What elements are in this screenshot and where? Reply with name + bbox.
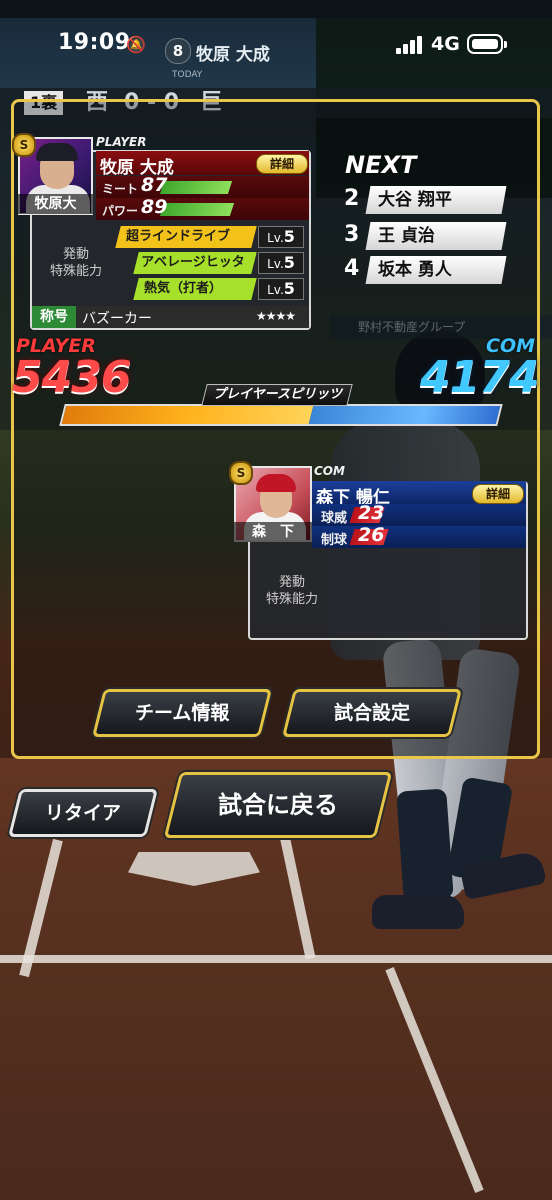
next-order-4: 4 — [344, 256, 360, 281]
com-ability-label: 発動 特殊能力 — [265, 575, 318, 607]
com-spirits-score: 4174 — [420, 352, 539, 403]
com-short-name: 森 下 — [234, 522, 312, 542]
meet-value: 87 — [141, 174, 168, 196]
return-to-match-button[interactable]: 試合に戻る — [163, 772, 393, 838]
player-ability-label: 発動 特殊能力 — [49, 247, 102, 279]
ability-1[interactable]: 超ラインドライブ — [115, 226, 257, 248]
velocity-value: 23 — [358, 502, 385, 524]
team-info-button[interactable]: チーム情報 — [92, 689, 272, 737]
match-settings-button[interactable]: 試合設定 — [282, 689, 462, 737]
bell-muted-icon: 🔕 — [126, 35, 146, 54]
velocity-label: 球威 — [321, 511, 348, 526]
ability-1-level: Lv.5 — [258, 226, 304, 248]
power-label: パワー — [102, 204, 139, 218]
status-bar: 19:09 🔕 4G — [0, 0, 552, 92]
meet-bar — [159, 181, 233, 194]
com-detail-button[interactable]: 詳細 — [472, 484, 524, 504]
control-value: 26 — [358, 524, 385, 546]
ability-2-level: Lv.5 — [258, 252, 304, 274]
batter-shoe — [372, 895, 464, 929]
player-section-label: PLAYER — [96, 135, 147, 149]
ability-2[interactable]: アベレージヒッター — [133, 252, 257, 292]
next-order-2: 2 — [344, 186, 360, 211]
retire-button[interactable]: リタイア — [8, 789, 158, 837]
com-rank-badge: S — [229, 461, 253, 485]
meet-label: ミート — [102, 182, 139, 196]
chalk-line-horizontal — [0, 955, 552, 963]
power-value: 89 — [141, 196, 168, 218]
player-short-name: 牧原大 — [18, 194, 93, 214]
title-stars: ★★★★ — [256, 309, 296, 323]
ability-3-level: Lv.5 — [258, 278, 304, 300]
player-detail-button[interactable]: 詳細 — [256, 154, 308, 174]
ability-3[interactable]: 熱気（打者） — [133, 278, 257, 300]
spirits-gauge-com-fill — [309, 406, 501, 424]
batter-sock — [396, 788, 454, 902]
next-order-3: 3 — [344, 222, 360, 247]
signal-icon — [396, 34, 424, 54]
next-label: NEXT — [345, 151, 417, 179]
network-type: 4G — [431, 33, 460, 55]
player-rank-badge: S — [12, 133, 36, 157]
title-value: バズーカー — [82, 311, 152, 327]
title-tag: 称号 — [32, 306, 76, 328]
player-spirits-score: 5436 — [12, 352, 131, 403]
next-batter-4: 坂本 勇人 — [365, 256, 507, 284]
battery-icon — [467, 34, 507, 54]
com-section-label: COM — [314, 464, 345, 478]
power-bar — [159, 203, 235, 216]
control-label: 制球 — [321, 533, 348, 548]
spirits-gauge — [59, 404, 503, 426]
spirits-gauge-label: プレイヤースピリッツ — [201, 384, 353, 406]
next-batter-2: 大谷 翔平 — [365, 186, 507, 214]
clock: 19:09 — [58, 30, 131, 55]
spirits-gauge-player-fill — [61, 406, 314, 424]
next-batter-3: 王 貞治 — [365, 222, 507, 250]
